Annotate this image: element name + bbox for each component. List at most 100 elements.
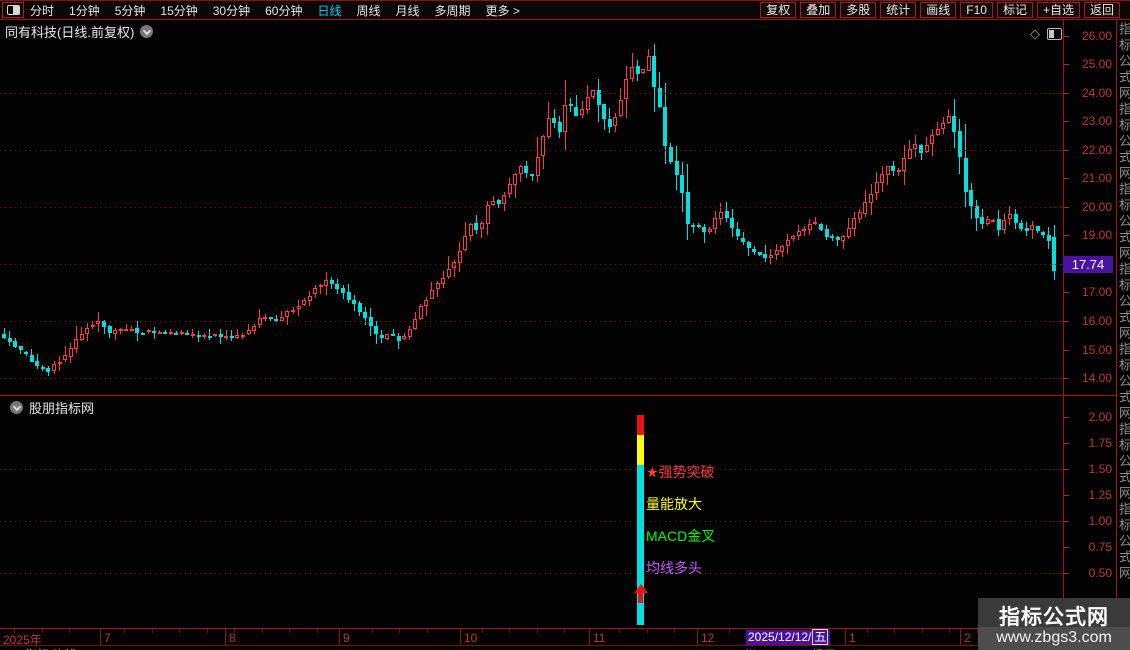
vertical-watermark-text: 指标公式网指标公式网指标公式网指标公式网指标公式网指标公式网指标公式网 [1118, 22, 1130, 582]
toolbar-button-6[interactable]: 标记 [996, 2, 1033, 18]
sub-axis-label: 1.25 [1088, 488, 1112, 502]
price-axis-label: 22.00 [1081, 142, 1112, 157]
time-axis-minor-tick [867, 629, 868, 633]
period-tab-5[interactable]: 60分钟 [265, 2, 302, 19]
price-gridline [0, 321, 1062, 322]
layout-toggle-button[interactable] [2, 2, 24, 18]
period-tab-7[interactable]: 周线 [356, 2, 380, 19]
axis-dots [1053, 378, 1062, 380]
clipped-text: 提示 [812, 646, 836, 650]
time-axis-label: 12 [701, 631, 715, 645]
watermark-logo-url: www.zbgs3.com [978, 627, 1130, 650]
signal-label-1: 量能放大 [646, 496, 702, 512]
time-axis-tick [845, 629, 846, 645]
price-axis-label: 17.00 [1081, 285, 1112, 300]
sub-axis-label: 0.50 [1088, 566, 1112, 580]
time-axis-minor-tick [482, 629, 483, 633]
sub-axis-label: 0.75 [1088, 540, 1112, 554]
time-axis-tick [960, 629, 961, 645]
time-axis-minor-tick [179, 629, 180, 633]
time-axis-minor-tick [674, 629, 675, 633]
time-axis-minor-tick [234, 629, 235, 633]
diamond-icon[interactable]: ◇ [1030, 26, 1040, 42]
chart-header: 同有科技(日线.前复权) [5, 22, 154, 41]
toolbar-button-4[interactable]: 画线 [920, 2, 957, 18]
price-axis-label: 15.00 [1081, 342, 1112, 357]
toolbar-button-5[interactable]: F10 [960, 2, 993, 18]
buy-arrow-icon [638, 591, 643, 603]
window-icon[interactable] [1047, 28, 1062, 40]
toolbar-button-1[interactable]: 叠加 [800, 2, 837, 18]
watermark-logo: 指标公式网 www.zbgs3.com [978, 598, 1130, 650]
axis-dots [1053, 149, 1062, 151]
price-gridline [0, 378, 1062, 380]
time-axis-tick [697, 629, 698, 645]
sub-gridline [0, 573, 1062, 574]
period-tab-10[interactable]: 更多 > [486, 2, 520, 19]
period-tab-3[interactable]: 15分钟 [160, 2, 197, 19]
price-axis-tick [1064, 92, 1069, 94]
chevron-down-icon[interactable] [10, 401, 23, 414]
time-axis-tick [460, 629, 461, 645]
axis-dots [1053, 573, 1062, 574]
sub-axis-tick [1064, 443, 1069, 444]
time-axis-minor-tick [564, 629, 565, 633]
price-axis-tick [1064, 64, 1069, 66]
price-gridline [0, 92, 1062, 94]
panel-divider [0, 395, 1117, 396]
price-axis-label: 21.00 [1081, 171, 1112, 186]
time-axis-minor-tick [427, 629, 428, 633]
price-axis-tick [1064, 349, 1069, 351]
time-axis-label: 11 [593, 631, 606, 645]
toolbar-button-3[interactable]: 统计 [880, 2, 917, 18]
time-axis-minor-tick [152, 629, 153, 633]
time-axis-minor-tick [729, 629, 730, 633]
time-axis-minor-tick [207, 629, 208, 633]
time-axis-tick [339, 629, 340, 645]
price-axis-label: 14.00 [1081, 371, 1112, 386]
toolbar-button-8[interactable]: 返回 [1083, 2, 1120, 18]
time-axis-minor-tick [922, 629, 923, 633]
axis-dots [1053, 521, 1062, 522]
signal-label-2: MACD金叉 [646, 528, 716, 544]
sub-panel-header: 股朋指标网 [4, 398, 94, 417]
sub-axis-label: 1.50 [1088, 462, 1112, 476]
period-tab-0[interactable]: 分时 [30, 2, 54, 19]
sub-panel-title: 股朋指标网 [29, 401, 95, 416]
cursor-date-badge: 2025/12/12/五 [746, 629, 831, 645]
price-axis-label: 19.00 [1081, 228, 1112, 243]
period-tab-4[interactable]: 30分钟 [213, 2, 250, 19]
period-tab-2[interactable]: 5分钟 [115, 2, 146, 19]
signal-label-0: ★强势突破 [646, 464, 715, 480]
period-tab-1[interactable]: 1分钟 [69, 2, 100, 19]
signal-label-3: 均线多头 [646, 560, 702, 576]
price-gridline [0, 206, 1062, 208]
toolbar-button-7[interactable]: +自选 [1036, 2, 1080, 18]
chart-corner-icons: ◇ [1030, 26, 1062, 42]
sub-axis-tick [1064, 547, 1069, 548]
price-axis-tick [1064, 121, 1069, 123]
panel-split-icon [6, 5, 20, 15]
price-axis-tick [1064, 149, 1069, 151]
toolbar-button-0[interactable]: 复权 [760, 2, 797, 18]
price-gridline [0, 263, 1062, 265]
chevron-down-icon[interactable] [140, 25, 154, 38]
period-tab-8[interactable]: 月线 [396, 2, 420, 19]
sub-gridline [0, 521, 1062, 522]
price-axis-tick [1064, 178, 1069, 180]
current-price-badge: 17.74 [1063, 256, 1113, 273]
sub-gridline [0, 469, 1062, 470]
time-axis-minor-tick [399, 629, 400, 633]
time-axis-minor-tick [509, 629, 510, 633]
chart-title: 同有科技(日线.前复权) [5, 25, 135, 40]
time-axis-minor-tick [14, 629, 15, 633]
sub-axis-tick [1064, 521, 1069, 522]
time-axis-minor-tick [619, 629, 620, 633]
sub-axis-label: 1.00 [1088, 514, 1112, 528]
period-tab-6[interactable]: 日线 [317, 2, 341, 19]
price-axis-tick [1064, 35, 1069, 37]
time-axis-minor-tick [894, 629, 895, 633]
price-axis-label: 26.00 [1081, 28, 1112, 43]
period-tab-9[interactable]: 多周期 [435, 2, 471, 19]
toolbar-button-2[interactable]: 多股 [840, 2, 877, 18]
